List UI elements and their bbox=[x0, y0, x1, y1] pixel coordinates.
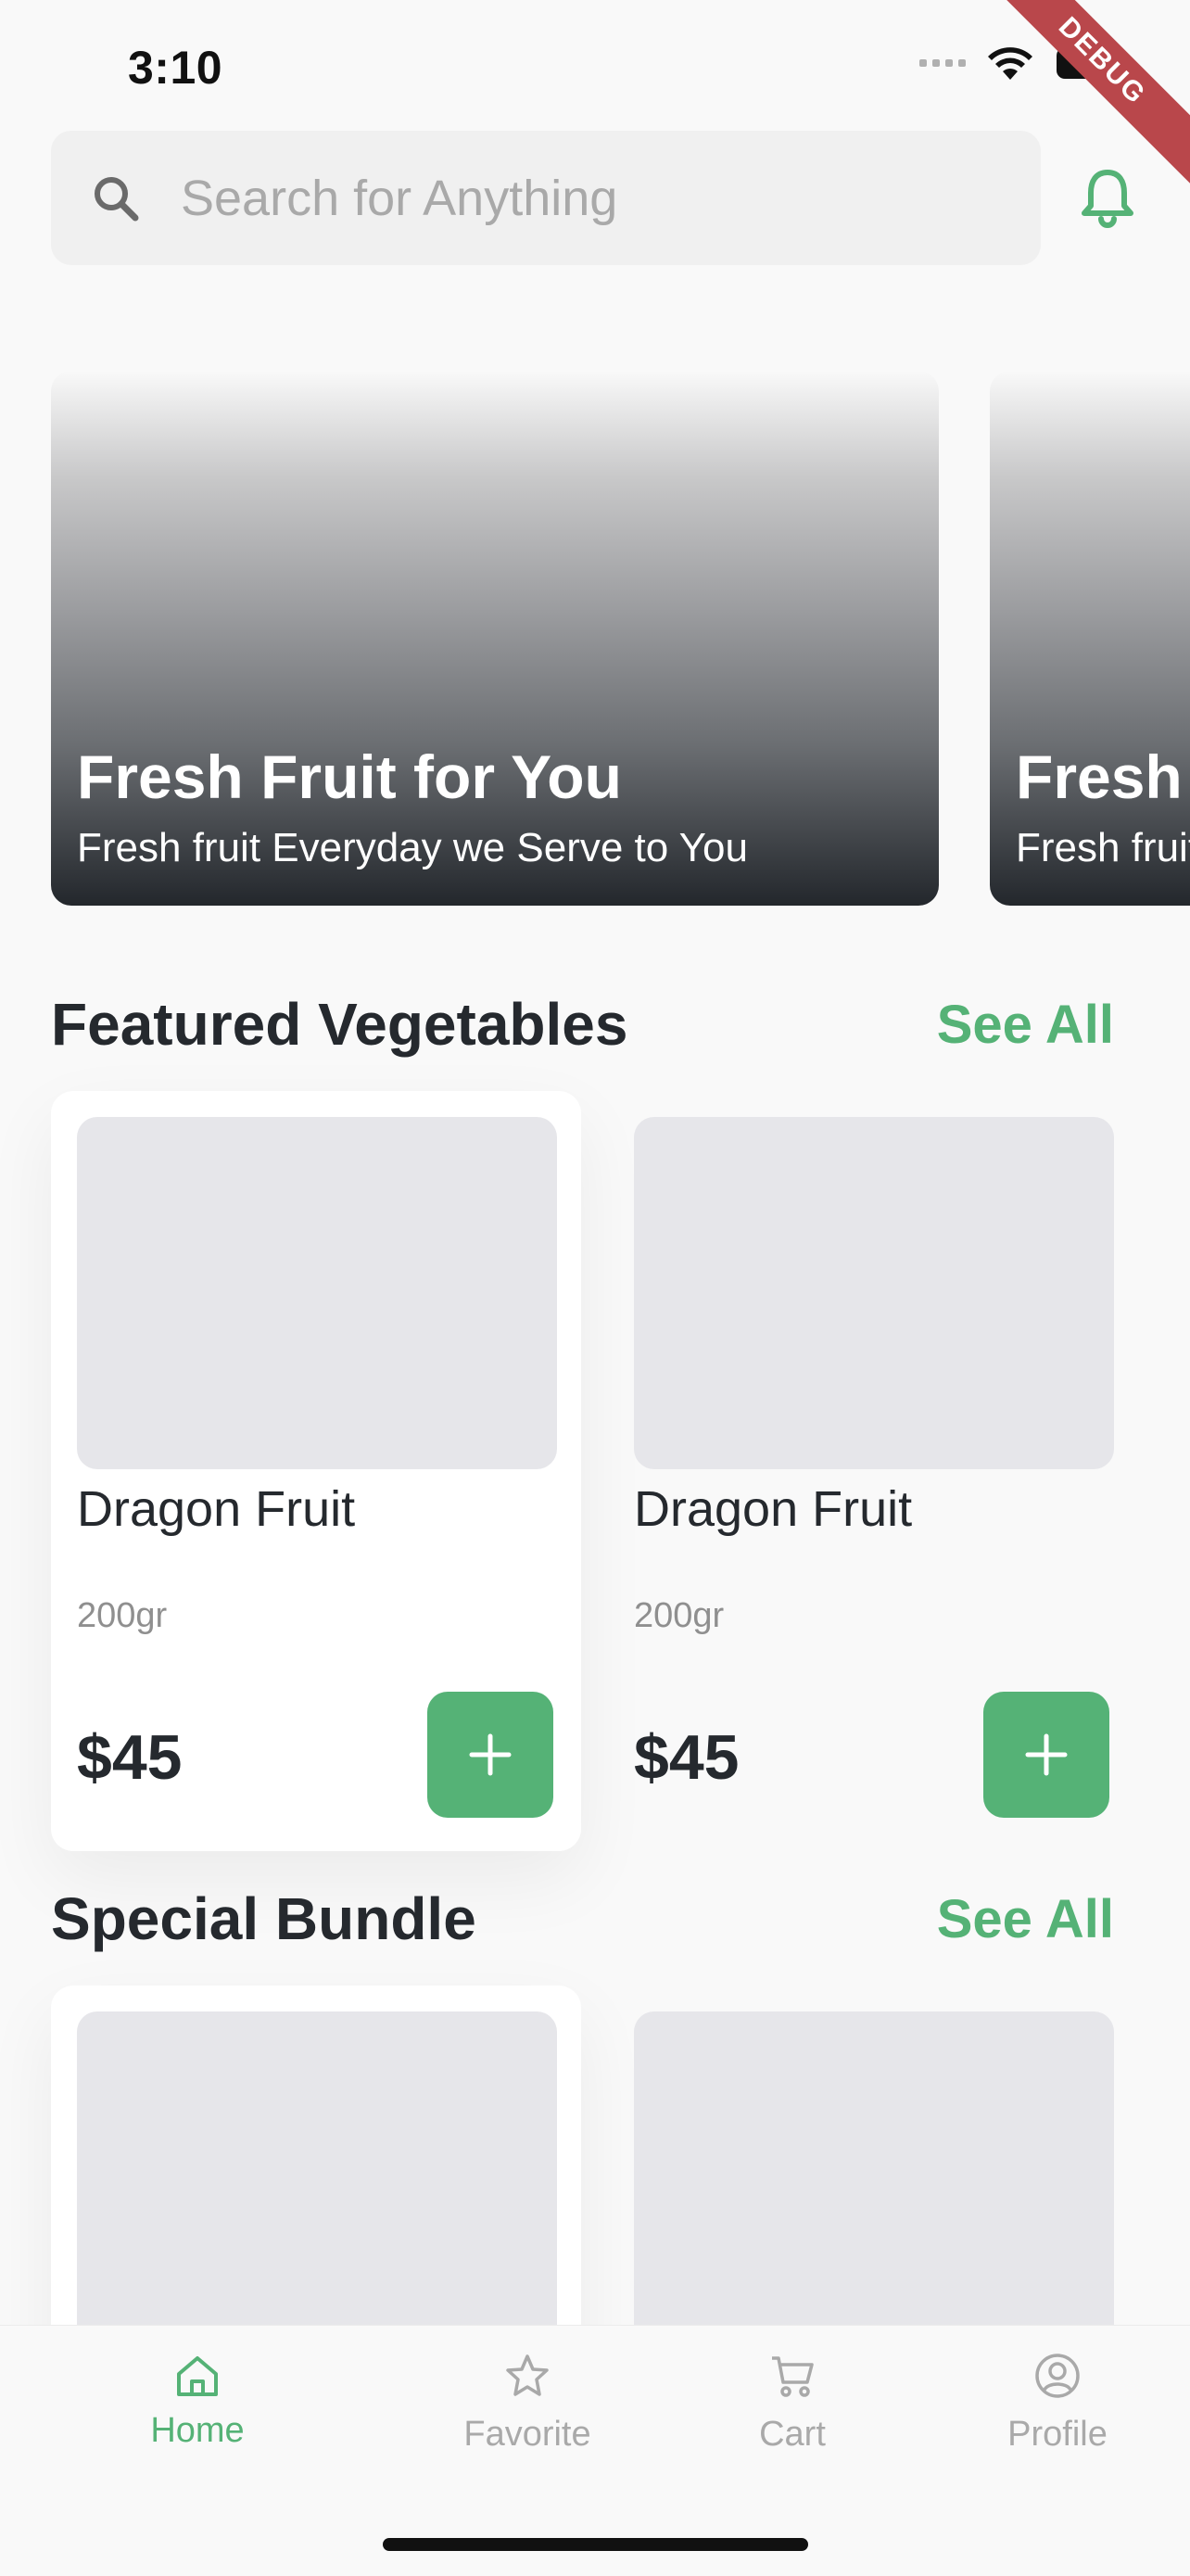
cart-icon bbox=[772, 2356, 814, 2397]
product-image bbox=[634, 1117, 1114, 1469]
home-icon bbox=[177, 2356, 218, 2396]
plus-icon bbox=[1025, 1733, 1068, 1776]
see-all-bundle-link[interactable]: See All bbox=[937, 1888, 1114, 1950]
notification-bell-icon[interactable] bbox=[1075, 165, 1140, 230]
cellular-signal-icon bbox=[919, 59, 966, 67]
add-to-cart-button[interactable] bbox=[427, 1692, 553, 1818]
banner-title: Fresh Fruit for You bbox=[77, 742, 622, 811]
promo-banner[interactable]: Fresh Fruit for You Fresh fruit Everyday… bbox=[990, 371, 1190, 906]
product-image bbox=[77, 1117, 557, 1469]
wifi-icon bbox=[988, 47, 1032, 80]
product-weight: 200gr bbox=[634, 1596, 725, 1635]
star-icon bbox=[506, 2354, 549, 2396]
product-price: $45 bbox=[634, 1722, 740, 1793]
search-input[interactable] bbox=[179, 168, 1017, 228]
section-title-bundle: Special Bundle bbox=[51, 1885, 476, 1952]
section-title-featured: Featured Vegetables bbox=[51, 991, 628, 1058]
nav-label-profile: Profile bbox=[1007, 2415, 1108, 2454]
nav-label-cart: Cart bbox=[759, 2415, 826, 2454]
nav-label-home: Home bbox=[150, 2411, 245, 2450]
product-weight: 200gr bbox=[77, 1596, 168, 1635]
product-card[interactable]: Dragon Fruit 200gr $45 bbox=[51, 1091, 581, 1851]
home-indicator[interactable] bbox=[383, 2538, 808, 2551]
nav-label-favorite: Favorite bbox=[463, 2415, 591, 2454]
search-bar[interactable] bbox=[51, 131, 1041, 265]
plus-icon bbox=[469, 1733, 512, 1776]
product-card[interactable]: Dragon Fruit 200gr $45 bbox=[608, 1091, 1138, 1851]
banner-subtitle: Fresh fruit Everyday we Serve to You bbox=[77, 825, 748, 870]
see-all-featured-link[interactable]: See All bbox=[937, 994, 1114, 1056]
search-icon bbox=[88, 171, 144, 226]
product-name: Dragon Fruit bbox=[634, 1481, 913, 1537]
banner-title: Fresh Fruit for You bbox=[1016, 742, 1190, 811]
nav-item-home[interactable]: Home bbox=[105, 2326, 290, 2455]
product-price: $45 bbox=[77, 1722, 183, 1793]
product-name: Dragon Fruit bbox=[77, 1481, 356, 1537]
banner-subtitle: Fresh fruit Everyday we Serve to You bbox=[1016, 825, 1190, 870]
profile-icon bbox=[1035, 2354, 1080, 2398]
status-time: 3:10 bbox=[128, 42, 223, 94]
nav-item-favorite[interactable]: Favorite bbox=[435, 2326, 620, 2455]
add-to-cart-button[interactable] bbox=[983, 1692, 1109, 1818]
nav-item-profile[interactable]: Profile bbox=[965, 2326, 1150, 2455]
nav-item-cart[interactable]: Cart bbox=[700, 2326, 885, 2455]
promo-banner[interactable]: Fresh Fruit for You Fresh fruit Everyday… bbox=[51, 371, 939, 906]
